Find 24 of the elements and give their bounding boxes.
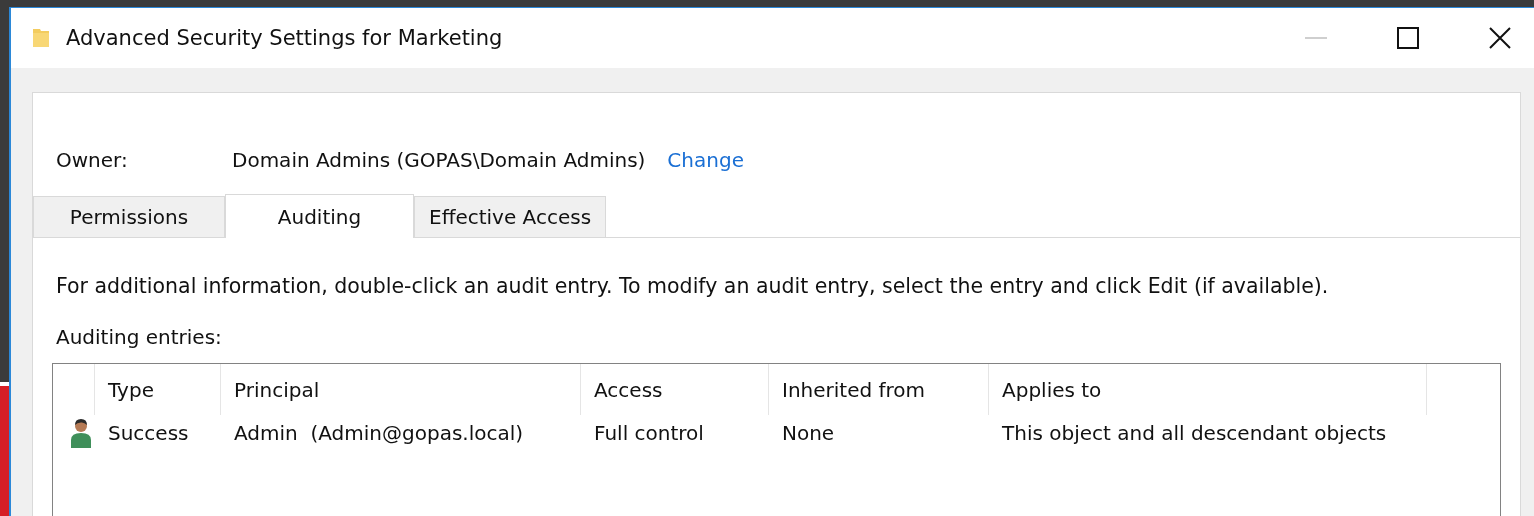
table-cell-text: Admin (Admin@gopas.local) [233,421,525,445]
table-cell-text: Success [107,421,190,445]
entries-label: Auditing entries: [56,324,223,351]
maximize-icon[interactable] [1397,27,1419,49]
tab[interactable]: Effective Access [414,196,607,237]
instructions-text: For additional information, double-click an audit entry. To modify an audit entry, select the entry and click Edit (if available). [56,273,1330,300]
column-header[interactable]: Applies to [989,364,1427,415]
table-cell-text: This object and all descendant objects [1001,421,1388,445]
owner-value: Domain Admins (GOPAS\Domain Admins) [232,148,646,172]
tab[interactable]: Permissions [33,196,225,237]
column-header[interactable]: Type [95,364,221,415]
close-icon[interactable] [1489,27,1511,49]
window-title: Advanced Security Settings for Marketing [66,26,503,50]
change-link[interactable]: Change [667,148,744,172]
user-icon [69,418,92,448]
table-cell-text: Full control [593,421,705,445]
column-header[interactable]: Access [581,364,769,415]
folder-icon [32,27,50,49]
table-cell-text: None [781,421,836,445]
column-header[interactable]: Principal [221,364,581,415]
column-header[interactable]: Inherited from [769,364,989,415]
tab[interactable]: Auditing [225,194,414,238]
owner-label: Owner: [56,148,129,172]
audit-entry-row[interactable]: Success Admin (Admin@gopas.local) Full control None This object and all descendant objects [53,415,1500,451]
